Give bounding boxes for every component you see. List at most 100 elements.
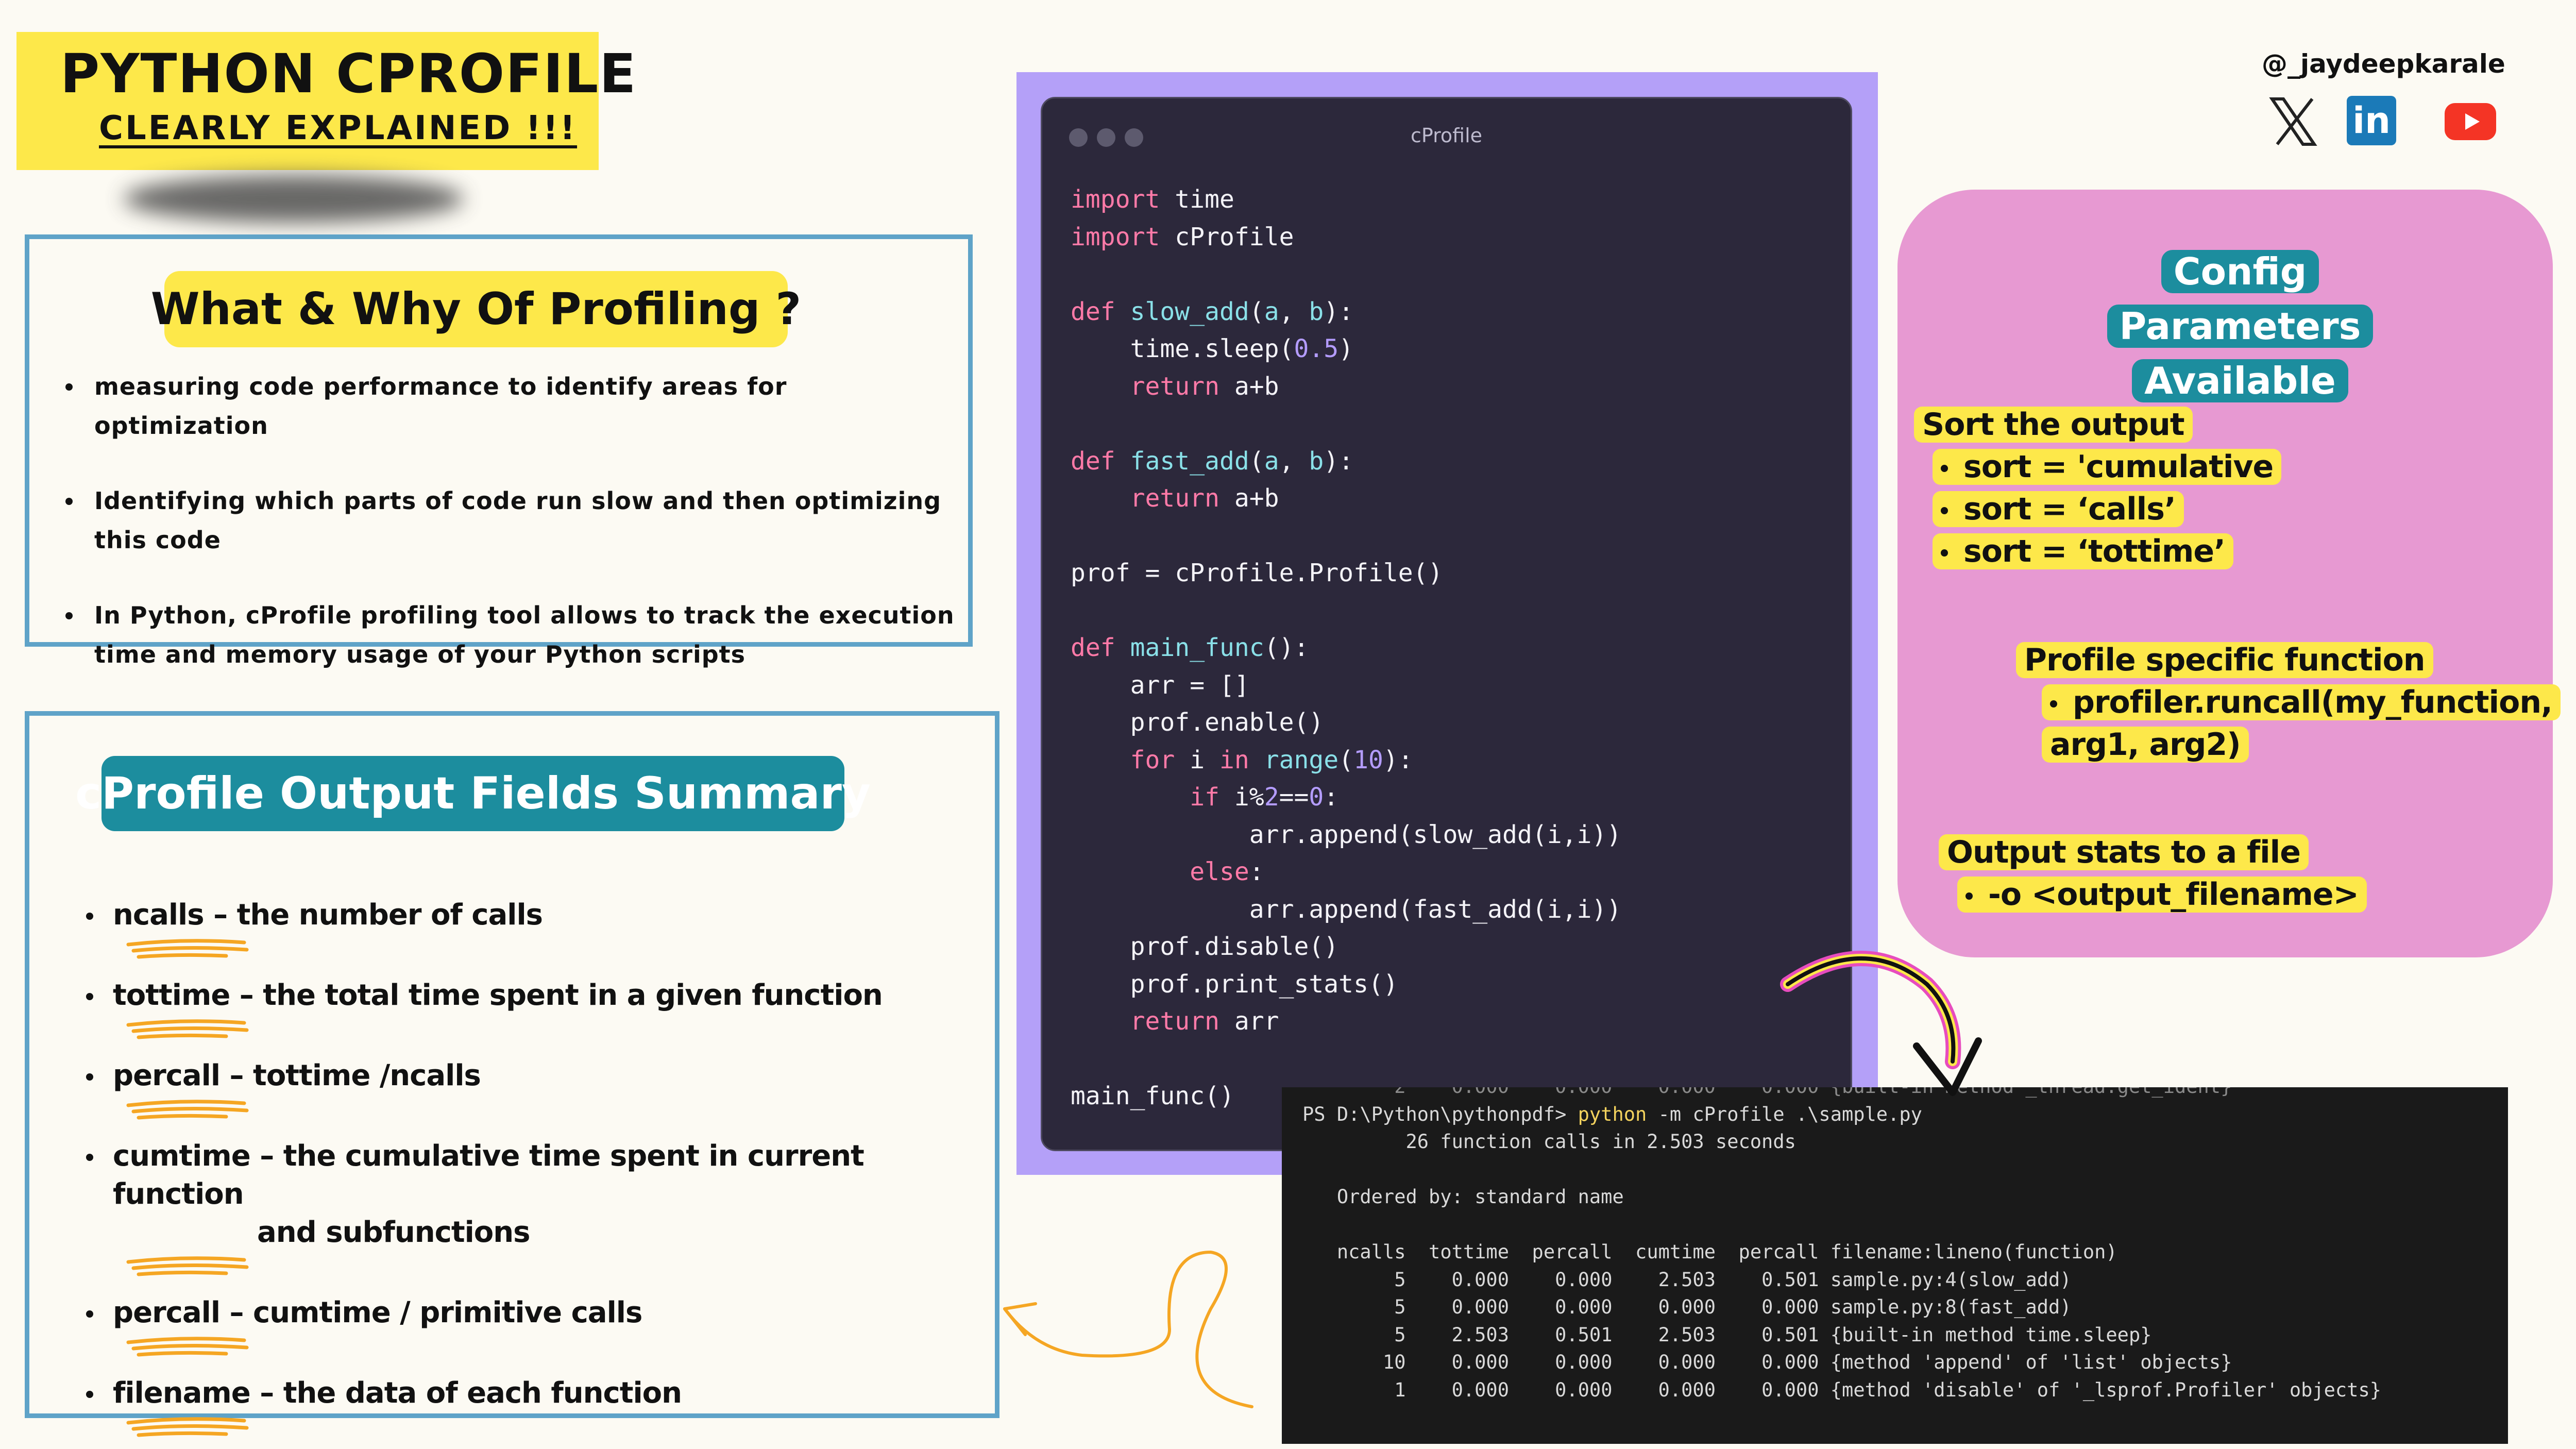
list-item: Identifying which parts of code run slow… <box>65 481 962 560</box>
why-profiling-panel: What & Why Of Profiling ? measuring code… <box>25 234 973 668</box>
column-header: percall <box>1532 1241 1613 1263</box>
output-heading: Output stats to a file <box>1939 834 2309 870</box>
list-item: ncalls – the number of calls <box>86 896 993 961</box>
config-panel: Config Parameters Available Sort the out… <box>1897 190 2561 957</box>
curved-arrow-icon <box>1780 951 1982 1096</box>
table-cell: {built-in method time.sleep} <box>1830 1323 2152 1346</box>
table-cell: 0.501 <box>1555 1323 1613 1346</box>
code-listing: import time import cProfile def slow_add… <box>1071 185 1622 1110</box>
terminal-ordered-by: Ordered by: standard name <box>1336 1186 1624 1208</box>
field-filename: filename – the data of each function <box>113 1376 682 1410</box>
profile-heading: Profile specific function <box>2016 642 2433 678</box>
profile-block: Profile specific function profiler.runca… <box>2016 639 2561 766</box>
loop-arrow-icon <box>1003 1250 1253 1408</box>
sort-block: Sort the output sort = 'cumulative sort … <box>1914 403 2282 572</box>
list-item: measuring code performance to identify a… <box>65 367 962 445</box>
table-cell: 0.000 <box>1451 1351 1509 1373</box>
x-icon[interactable] <box>2267 93 2318 149</box>
author-handle: @_jaydeepkarale <box>2262 49 2505 79</box>
output-fields-heading: cProfile Output Fields Summary <box>75 756 871 831</box>
column-header: percall <box>1738 1241 1819 1263</box>
terminal-output: 2 0.000 0.000 0.000 0.000 {built-in meth… <box>1282 1087 2508 1444</box>
table-cell: 2.503 <box>1658 1323 1716 1346</box>
table-cell: 0.000 <box>1451 1378 1509 1401</box>
table-cell: 0.000 <box>1451 1296 1509 1318</box>
table-cell: {method 'append' of 'list' objects} <box>1830 1351 2232 1373</box>
linkedin-icon[interactable]: in <box>2347 96 2396 145</box>
underline-scribble <box>126 1100 249 1120</box>
table-cell: 0.000 <box>1555 1378 1613 1401</box>
table-cell: 1 <box>1394 1378 1406 1401</box>
title-shadow <box>124 175 464 223</box>
underline-scribble <box>126 939 249 959</box>
table-cell: 5 <box>1394 1268 1406 1291</box>
column-header: filename:lineno(function) <box>1830 1241 2117 1263</box>
field-cumtime: cumtime – the cumulative time spent in c… <box>113 1139 865 1211</box>
table-cell: 5 <box>1394 1296 1406 1318</box>
terminal-command: python <box>1578 1103 1647 1125</box>
title-banner: PYTHON CPROFILE CLEARLY EXPLAINED !!! <box>16 32 636 170</box>
table-cell: 0.501 <box>1761 1323 1819 1346</box>
list-item: percall – tottime /ncalls <box>86 1057 993 1122</box>
code-window: cProfile import time import cProfile def… <box>1041 97 1852 1151</box>
table-cell: 0.000 <box>1658 1378 1716 1401</box>
table-cell: 0.000 <box>1555 1296 1613 1318</box>
terminal-prompt: PS D:\Python\pythonpdf> <box>1302 1103 1578 1125</box>
column-header: cumtime <box>1635 1241 1716 1263</box>
table-cell: sample.py:8(fast_add) <box>1830 1296 2072 1318</box>
list-item: In Python, cProfile profiling tool allow… <box>65 596 962 674</box>
config-heading-line: Available <box>2132 359 2348 402</box>
table-cell: 0.000 <box>1555 1268 1613 1291</box>
table-cell: 2.503 <box>1451 1323 1509 1346</box>
why-profiling-heading: What & Why Of Profiling ? <box>151 271 801 347</box>
profile-option-continued: arg1, arg2) <box>2042 727 2249 763</box>
config-heading: Config Parameters Available <box>2052 244 2428 408</box>
table-cell: 0.000 <box>1658 1296 1716 1318</box>
bullet-icon <box>2050 700 2057 708</box>
field-percall: percall – tottime /ncalls <box>113 1059 481 1092</box>
sort-heading: Sort the output <box>1914 407 2193 443</box>
list-item: cumtime – the cumulative time spent in c… <box>86 1137 993 1278</box>
underline-scribble <box>126 1256 249 1276</box>
output-block: Output stats to a file -o <output_filena… <box>1939 831 2367 916</box>
table-cell: sample.py:4(slow_add) <box>1830 1268 2072 1291</box>
table-cell: 0.000 <box>1658 1351 1716 1373</box>
bullet-icon <box>1965 892 1973 900</box>
field-tottime: tottime – the total time spent in a give… <box>113 979 883 1012</box>
list-item: percall – cumtime / primitive calls <box>86 1294 993 1359</box>
table-cell: 10 <box>1382 1351 1406 1373</box>
profile-option: profiler.runcall(my_function, <box>2073 684 2553 720</box>
page-title: PYTHON CPROFILE <box>60 42 637 105</box>
column-header: ncalls <box>1336 1241 1406 1263</box>
terminal-summary: 26 function calls in 2.503 seconds <box>1405 1131 1796 1153</box>
column-header: tottime <box>1429 1241 1509 1263</box>
field-cumtime-continued: and subfunctions <box>257 1216 530 1249</box>
table-cell: 0.000 <box>1761 1378 1819 1401</box>
table-cell: 0.000 <box>1761 1296 1819 1318</box>
why-profiling-list: measuring code performance to identify a… <box>65 367 962 710</box>
table-cell: 2.503 <box>1658 1268 1716 1291</box>
sort-option: sort = ‘tottime’ <box>1963 533 2226 569</box>
output-fields-list: ncalls – the number of calls tottime – t… <box>86 896 993 1439</box>
table-cell: 0.000 <box>1451 1268 1509 1291</box>
table-cell: 0.501 <box>1761 1268 1819 1291</box>
table-cell: 0.000 <box>1761 1351 1819 1373</box>
bullet-icon <box>1941 549 1948 557</box>
list-item: filename – the data of each function <box>86 1374 993 1439</box>
bullet-icon <box>1941 465 1948 473</box>
field-ncalls: ncalls – the number of calls <box>113 898 543 932</box>
bullet-icon <box>1941 507 1948 515</box>
table-cell: 0.000 <box>1555 1351 1613 1373</box>
config-heading-line: Config Parameters <box>2107 250 2374 348</box>
page-subtitle: CLEARLY EXPLAINED !!! <box>99 109 578 147</box>
table-cell: 5 <box>1394 1323 1406 1346</box>
output-option: -o <output_filename> <box>1988 877 2359 913</box>
code-window-title: cProfile <box>1410 124 1483 147</box>
sort-option: sort = ‘calls’ <box>1963 491 2176 527</box>
youtube-icon[interactable] <box>2445 103 2496 140</box>
field-percall-cumulative: percall – cumtime / primitive calls <box>113 1296 642 1329</box>
sort-option: sort = 'cumulative <box>1963 449 2274 485</box>
terminal-text: 2 0.000 0.000 0.000 0.000 {built-in meth… <box>1302 1087 2381 1404</box>
underline-scribble <box>126 1337 249 1357</box>
underline-scribble <box>126 1417 249 1437</box>
